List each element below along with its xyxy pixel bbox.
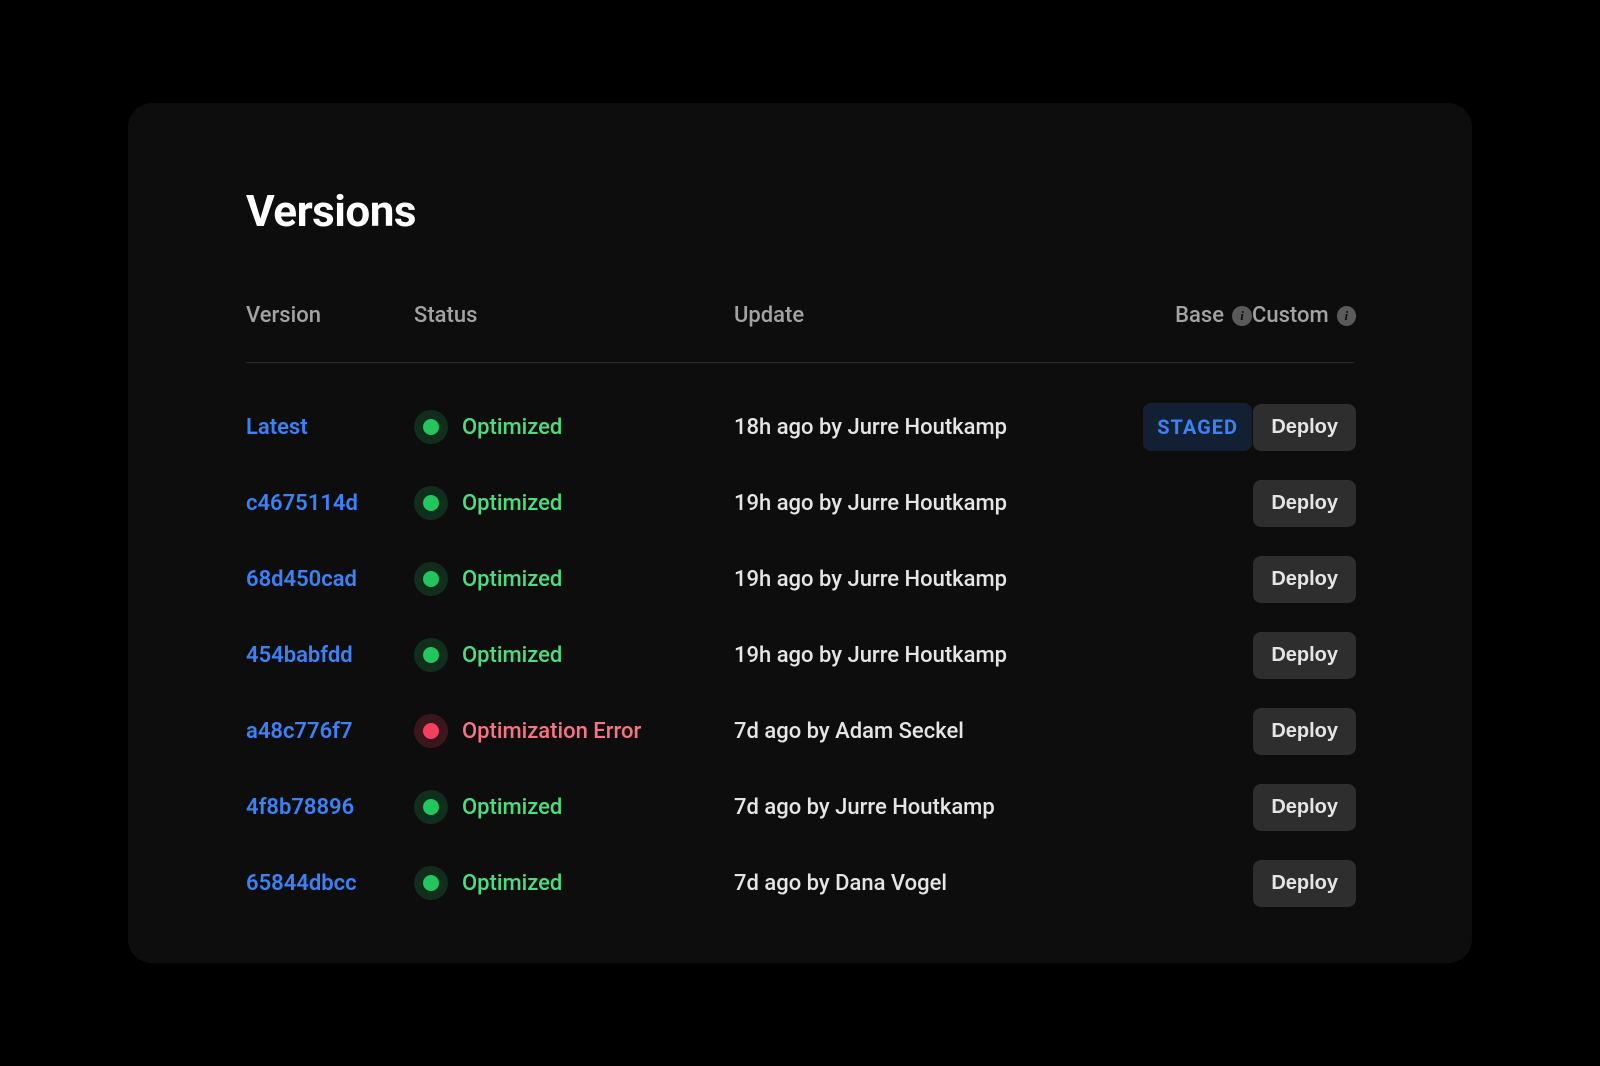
- status-label: Optimized: [462, 567, 562, 592]
- version-link[interactable]: c4675114d: [246, 491, 358, 516]
- table-row: Latest Optimized 18h ago by Jurre Houtkamp…: [246, 389, 1354, 465]
- column-header-label: Base: [1175, 303, 1224, 328]
- status-label: Optimized: [462, 795, 562, 820]
- table-row: 454babfdd Optimized 19h ago by Jurre Houtk…: [246, 617, 1354, 693]
- deploy-button[interactable]: Deploy: [1253, 404, 1356, 451]
- deploy-button[interactable]: Deploy: [1253, 556, 1356, 603]
- status-label: Optimized: [462, 491, 562, 516]
- versions-panel: Versions Version Status Update Base i Cu…: [128, 103, 1472, 963]
- table-header: Version Status Update Base i Custom i: [246, 303, 1354, 363]
- update-info: 7d ago by Adam Seckel: [734, 719, 1114, 744]
- info-icon[interactable]: i: [1337, 306, 1356, 326]
- update-info: 19h ago by Jurre Houtkamp: [734, 567, 1114, 592]
- column-header-update: Update: [734, 303, 1114, 328]
- update-info: 18h ago by Jurre Houtkamp: [734, 415, 1114, 440]
- status-indicator-icon: [414, 486, 448, 520]
- deploy-button[interactable]: Deploy: [1253, 784, 1356, 831]
- deploy-button[interactable]: Deploy: [1253, 632, 1356, 679]
- deploy-button[interactable]: Deploy: [1253, 480, 1356, 527]
- version-link[interactable]: 4f8b78896: [246, 795, 354, 820]
- status-label: Optimized: [462, 415, 562, 440]
- table-row: 68d450cad Optimized 19h ago by Jurre Houtk…: [246, 541, 1354, 617]
- table-row: a48c776f7 Optimization Error 7d ago by Ada…: [246, 693, 1354, 769]
- table-row: 4f8b78896 Optimized 7d ago by Jurre Houtka…: [246, 769, 1354, 845]
- status-indicator-icon: [414, 714, 448, 748]
- column-header-label: Custom: [1252, 303, 1329, 328]
- update-info: 7d ago by Dana Vogel: [734, 871, 1114, 896]
- status-indicator-icon: [414, 866, 448, 900]
- column-header-version: Version: [246, 303, 414, 328]
- version-link[interactable]: 68d450cad: [246, 567, 357, 592]
- table-row: c4675114d Optimized 19h ago by Jurre Houtk…: [246, 465, 1354, 541]
- column-header-label: Version: [246, 303, 321, 328]
- table-body: Latest Optimized 18h ago by Jurre Houtkamp…: [246, 363, 1354, 921]
- column-header-label: Status: [414, 303, 477, 328]
- status-indicator-icon: [414, 790, 448, 824]
- update-info: 19h ago by Jurre Houtkamp: [734, 643, 1114, 668]
- column-header-label: Update: [734, 303, 804, 328]
- staged-badge: STAGED: [1143, 403, 1252, 451]
- status-indicator-icon: [414, 562, 448, 596]
- deploy-button[interactable]: Deploy: [1253, 860, 1356, 907]
- status-indicator-icon: [414, 410, 448, 444]
- info-icon[interactable]: i: [1232, 306, 1252, 326]
- page-title: Versions: [246, 185, 1354, 237]
- status-label: Optimization Error: [462, 719, 641, 744]
- status-label: Optimized: [462, 643, 562, 668]
- table-row: 65844dbcc Optimized 7d ago by Dana Vogel De…: [246, 845, 1354, 921]
- status-label: Optimized: [462, 871, 562, 896]
- column-header-custom: Custom i: [1252, 303, 1356, 328]
- status-indicator-icon: [414, 638, 448, 672]
- version-link[interactable]: 65844dbcc: [246, 871, 357, 896]
- version-link[interactable]: a48c776f7: [246, 719, 353, 744]
- update-info: 7d ago by Jurre Houtkamp: [734, 795, 1114, 820]
- deploy-button[interactable]: Deploy: [1253, 708, 1356, 755]
- column-header-status: Status: [414, 303, 734, 328]
- update-info: 19h ago by Jurre Houtkamp: [734, 491, 1114, 516]
- column-header-base: Base i: [1114, 303, 1252, 328]
- version-link[interactable]: Latest: [246, 415, 308, 440]
- version-link[interactable]: 454babfdd: [246, 643, 353, 668]
